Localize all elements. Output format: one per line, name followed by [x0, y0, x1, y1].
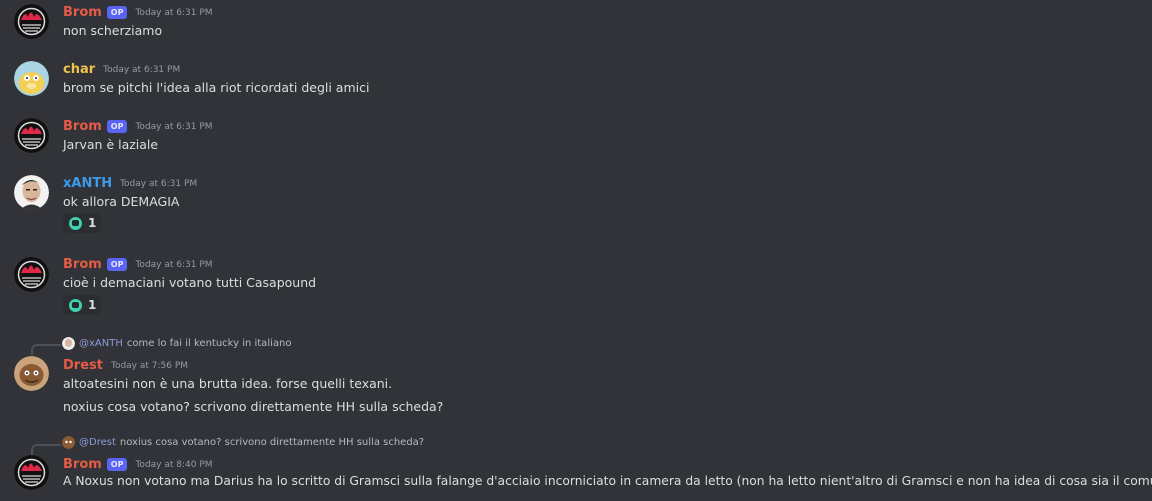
message-text: ok allora DEMAGIA: [63, 194, 180, 209]
message-text: A Noxus non votano ma Darius ha lo scrit…: [63, 474, 1152, 488]
brom-avatar[interactable]: [14, 4, 49, 39]
timestamp[interactable]: Today at 7:56 PM: [111, 361, 188, 371]
username[interactable]: char: [63, 62, 95, 77]
message: Brom OP Today at 6:31 PM Jarvan è lazial…: [0, 114, 1152, 164]
reply-text[interactable]: come lo fai il kentucky in italiano: [127, 338, 292, 349]
teal-face-emoji-icon: [69, 298, 82, 312]
message-header: Brom OP Today at 6:31 PM: [63, 257, 213, 272]
message-header: Brom OP Today at 6:31 PM: [63, 5, 213, 20]
teal-face-emoji-icon: [69, 216, 82, 230]
drest-avatar[interactable]: [14, 356, 49, 391]
op-badge: OP: [106, 120, 128, 133]
brom-avatar[interactable]: [14, 257, 49, 292]
timestamp[interactable]: Today at 6:31 PM: [120, 179, 197, 189]
message-header: char Today at 6:31 PM: [63, 62, 180, 77]
xanth-avatar[interactable]: [14, 175, 49, 210]
reply-mention[interactable]: @Drest: [79, 437, 116, 448]
reaction-count: 1: [88, 298, 97, 312]
message-text: non scherziamo: [63, 23, 163, 38]
message-text: noxius cosa votano? scrivono direttament…: [63, 399, 444, 414]
message-text: Jarvan è laziale: [63, 137, 159, 152]
brom-avatar[interactable]: [14, 455, 49, 490]
brom-avatar[interactable]: [14, 118, 49, 153]
message-header: xANTH Today at 6:31 PM: [63, 176, 197, 191]
reply-preview[interactable]: @Drest noxius cosa votano? scrivono dire…: [62, 436, 424, 449]
timestamp[interactable]: Today at 6:31 PM: [135, 260, 212, 270]
reaction-button[interactable]: 1: [63, 295, 101, 315]
username[interactable]: xANTH: [63, 176, 112, 191]
reply-text[interactable]: noxius cosa votano? scrivono direttament…: [120, 437, 424, 448]
message: @xANTH come lo fai il kentucky in italia…: [0, 334, 1152, 424]
reply-mention[interactable]: @xANTH: [79, 338, 123, 349]
timestamp[interactable]: Today at 6:31 PM: [103, 65, 180, 75]
op-badge: OP: [106, 458, 128, 471]
op-badge: OP: [106, 6, 128, 19]
reaction-button[interactable]: 1: [63, 213, 101, 233]
username[interactable]: Brom: [63, 457, 102, 472]
message-header: Brom OP Today at 8:40 PM: [63, 457, 213, 472]
username[interactable]: Brom: [63, 5, 102, 20]
username[interactable]: Brom: [63, 119, 102, 134]
username[interactable]: Brom: [63, 257, 102, 272]
message: xANTH Today at 6:31 PM ok allora DEMAGIA…: [0, 171, 1152, 241]
op-badge: OP: [106, 258, 128, 271]
reply-spine: [31, 344, 61, 355]
timestamp[interactable]: Today at 8:40 PM: [135, 460, 212, 470]
timestamp[interactable]: Today at 6:31 PM: [135, 122, 212, 132]
reaction-count: 1: [88, 216, 97, 230]
username[interactable]: Drest: [63, 358, 103, 373]
reply-preview[interactable]: @xANTH come lo fai il kentucky in italia…: [62, 337, 291, 350]
message-text: altoatesini non è una brutta idea. forse…: [63, 376, 393, 391]
message: @Drest noxius cosa votano? scrivono dire…: [0, 434, 1152, 501]
xanth-mini-avatar: [62, 337, 75, 350]
message-header: Drest Today at 7:56 PM: [63, 358, 188, 373]
timestamp[interactable]: Today at 6:31 PM: [135, 8, 212, 18]
char-avatar[interactable]: [14, 61, 49, 96]
message: Brom OP Today at 6:31 PM non scherziamo: [0, 0, 1152, 50]
message-text: brom se pitchi l'idea alla riot ricordat…: [63, 80, 370, 95]
message-text: cioè i demaciani votano tutti Casapound: [63, 275, 317, 290]
message: Brom OP Today at 6:31 PM cioè i demacian…: [0, 253, 1152, 323]
message-header: Brom OP Today at 6:31 PM: [63, 119, 213, 134]
drest-mini-avatar: [62, 436, 75, 449]
reply-spine: [31, 444, 61, 455]
message: char Today at 6:31 PM brom se pitchi l'i…: [0, 57, 1152, 107]
